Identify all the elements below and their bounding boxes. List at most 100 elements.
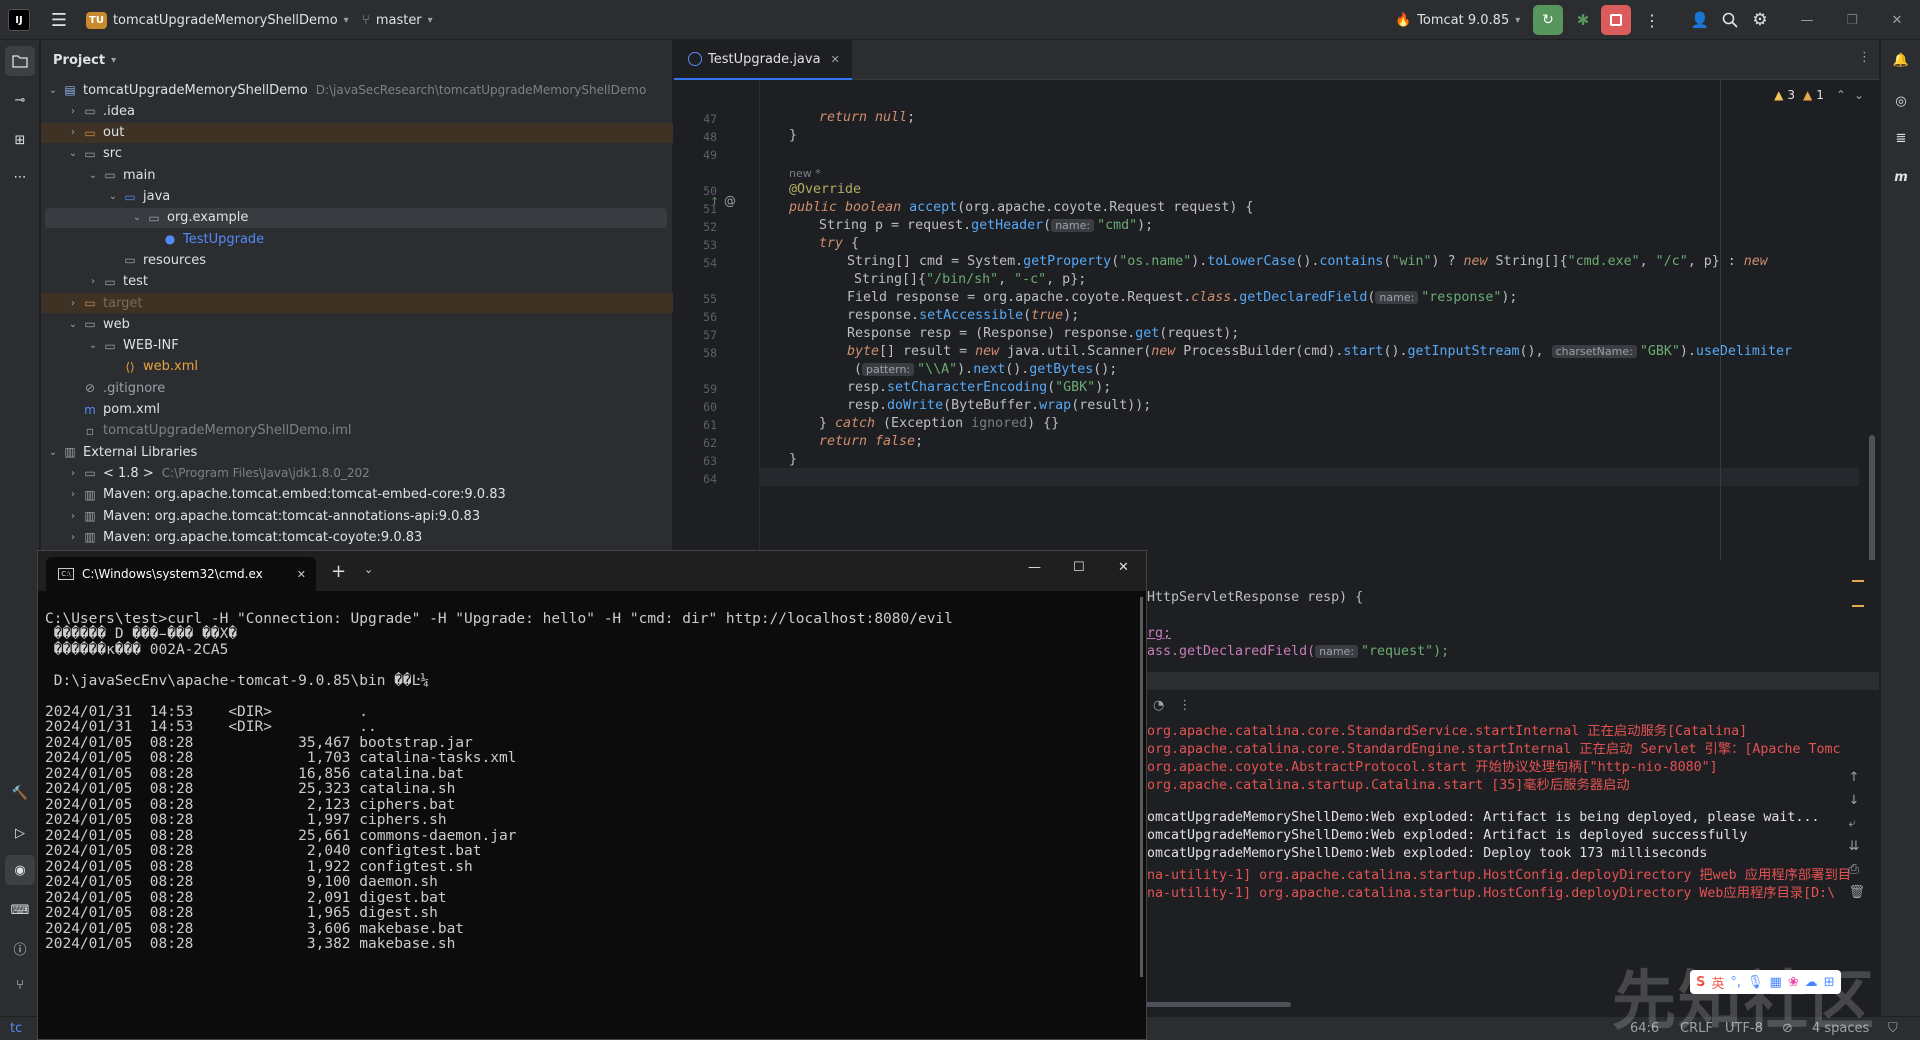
debug-button[interactable]: ✱ (1568, 5, 1598, 35)
tree-row[interactable]: › ▭ < 1.8 > C:\Program Files\Java\jdk1.8.0_… (41, 463, 673, 483)
chevron-right-icon[interactable]: › (65, 127, 81, 138)
main-menu-icon[interactable]: ☰ (44, 5, 74, 35)
chevron-right-icon[interactable]: › (65, 468, 81, 479)
tree-row[interactable]: › ▥ Maven: org.apache.tomcat:tomcat-coyote… (41, 527, 673, 547)
chevron-right-icon[interactable]: › (85, 276, 101, 287)
chevron-down-icon[interactable]: ⌄ (85, 170, 101, 181)
terminal-tool-icon[interactable]: ⌨ (5, 895, 35, 925)
git-tool-icon[interactable]: ⑂ (5, 970, 35, 1000)
chevron-right-icon[interactable]: › (65, 106, 81, 117)
clear-all-icon[interactable]: 🗑 (1848, 885, 1865, 900)
chevron-down-icon[interactable]: ⌄ (85, 340, 101, 351)
tree-row[interactable]: m pom.xml (41, 400, 673, 420)
cmd-line: 2024/01/31 14:53 <DIR> .. (45, 719, 377, 735)
chevron-down-icon[interactable]: ⌄ (364, 563, 373, 576)
maximize-button[interactable]: ☐ (1073, 560, 1085, 575)
tree-row[interactable]: › ▭ out (41, 122, 673, 143)
tree-row[interactable]: › ▭ .idea (41, 101, 673, 121)
close-icon[interactable]: ✕ (831, 53, 840, 66)
cmd-tab[interactable]: C:\ C:\Windows\system32\cmd.ex ✕ (46, 557, 316, 591)
tree-row[interactable]: ⌄ ▭ main (41, 165, 673, 185)
database-icon[interactable]: ≣ (1886, 123, 1916, 153)
horizontal-scrollbar[interactable] (1141, 1002, 1291, 1007)
search-icon[interactable] (1715, 5, 1745, 35)
tree-row[interactable]: ⟨⟩ web.xml (41, 357, 673, 377)
chevron-down-icon[interactable]: ⌄ (45, 447, 61, 458)
chevron-down-icon[interactable]: ⌄ (45, 85, 61, 96)
chevron-right-icon[interactable]: › (65, 511, 81, 522)
scroll-down-icon[interactable]: ↓ (1848, 793, 1865, 808)
more-actions-icon[interactable]: ⋮ (1637, 5, 1667, 35)
maven-icon[interactable]: m (1886, 162, 1916, 192)
close-icon[interactable]: ✕ (297, 568, 306, 581)
chevron-down-icon[interactable]: ⌄ (65, 319, 81, 330)
scroll-up-icon[interactable]: ↑ (1848, 770, 1865, 785)
print-icon[interactable]: ⎙ (1848, 862, 1865, 877)
chevron-down-icon[interactable]: ⌄ (129, 212, 145, 223)
chevron-right-icon[interactable]: › (65, 489, 81, 500)
close-window-button[interactable]: ✕ (1885, 5, 1909, 35)
new-tab-icon[interactable]: + (331, 561, 346, 582)
more-options-icon[interactable]: ⋮ (1178, 698, 1191, 713)
tree-row[interactable]: ⌄ ▤ tomcatUpgradeMemoryShellDemo D:\javaSec… (41, 80, 673, 100)
chevron-down-icon[interactable]: ⌄ (1854, 88, 1864, 102)
chevron-down-icon: ▾ (343, 14, 349, 26)
chevron-down-icon[interactable]: ⌄ (65, 148, 81, 159)
tab-testupgrade-java[interactable]: TestUpgrade.java ✕ (674, 40, 852, 80)
restore-button[interactable]: ❐ (1840, 5, 1864, 35)
code-with-me-icon[interactable]: 👤 (1685, 5, 1715, 35)
tree-row[interactable]: ● TestUpgrade (41, 229, 673, 249)
stop-button[interactable] (1601, 5, 1631, 35)
problems-tool-icon[interactable]: ⓘ (5, 933, 35, 963)
dashboard-icon[interactable]: ◔ (1153, 698, 1164, 713)
ai-assistant-icon[interactable]: ◎ (1886, 86, 1916, 116)
notifications-bell-icon[interactable]: 🔔 (1886, 45, 1916, 75)
project-tool-icon[interactable] (5, 46, 35, 76)
cmd-output[interactable]: C:\Users\test>curl -H "Connection: Upgra… (38, 591, 1148, 1040)
soft-wrap-icon[interactable]: ⤶ (1848, 816, 1865, 831)
tree-row[interactable]: ⌄ ▭ java (41, 187, 673, 207)
inspections-widget[interactable]: ▲ 3 ▲ 1 ⌃ ⌄ (1774, 88, 1864, 102)
chevron-right-icon[interactable]: › (65, 298, 81, 309)
run-tool-icon[interactable]: ▷ (5, 818, 35, 848)
tree-row[interactable]: ⊘ .gitignore (41, 378, 673, 398)
tree-row[interactable]: ⌄ ▭ org.example (45, 207, 667, 228)
tree-row[interactable]: ⌄ ▥ External Libraries (41, 442, 673, 462)
branch-selector[interactable]: ⑂ master ▾ (362, 0, 433, 40)
tree-row[interactable]: › ▥ Maven: org.apache.tomcat:tomcat-annota… (41, 506, 673, 526)
close-window-button[interactable]: ✕ (1118, 560, 1129, 575)
chevron-up-icon[interactable]: ⌃ (1836, 88, 1846, 102)
build-tool-icon[interactable]: 🔨 (5, 778, 35, 808)
cmd-scrollbar[interactable] (1140, 597, 1143, 977)
chevron-right-icon[interactable]: › (65, 532, 81, 543)
tree-row[interactable]: › ▥ Maven: org.apache.tomcat.embed:tomcat-… (41, 485, 673, 505)
rerun-button[interactable]: ↻ (1533, 5, 1563, 35)
commit-tool-icon[interactable]: ⊸ (5, 85, 35, 115)
structure-tool-icon[interactable]: ⊞ (5, 125, 35, 155)
tabs-more-icon[interactable]: ⋮ (1858, 50, 1871, 65)
run-config-selector[interactable]: 🔥 Tomcat 9.0.85 ▾ (1395, 0, 1520, 40)
hidden-code-1: HttpServletResponse resp) { (1147, 590, 1364, 605)
tree-row[interactable]: ⌄ ▭ src (41, 144, 673, 164)
minimize-button[interactable]: — (1795, 5, 1819, 35)
override-gutter-icon[interactable]: ↑ (710, 195, 719, 208)
project-panel-header[interactable]: Project ▾ (41, 40, 672, 80)
intellij-logo-icon[interactable]: IJ (8, 9, 30, 31)
tree-row[interactable]: ▭ resources (41, 250, 673, 270)
tree-row[interactable]: ▫ tomcatUpgradeMemoryShellDemo.iml (41, 421, 673, 441)
tree-row[interactable]: › ▭ test (41, 272, 673, 292)
scroll-to-end-icon[interactable]: ⇊ (1848, 839, 1865, 854)
code-area[interactable]: return null; } new * @Override public bo… (759, 80, 1859, 560)
settings-gear-icon[interactable]: ⚙ (1745, 5, 1775, 35)
tree-row[interactable]: › ▭ target (41, 293, 673, 313)
annotation-gutter-icon[interactable]: @ (724, 194, 736, 208)
services-tool-icon[interactable]: ◉ (5, 855, 35, 885)
more-tools-icon[interactable]: ⋯ (5, 162, 35, 192)
project-selector[interactable]: TU tomcatUpgradeMemoryShellDemo ▾ (86, 0, 349, 40)
lock-icon[interactable]: ⛉ (1888, 1021, 1898, 1036)
tree-row[interactable]: ⌄ ▭ web (41, 314, 673, 334)
editor-scrollbar[interactable] (1869, 435, 1875, 565)
tree-row[interactable]: ⌄ ▭ WEB-INF (41, 336, 673, 356)
chevron-down-icon[interactable]: ⌄ (105, 191, 121, 202)
minimize-button[interactable]: — (1028, 560, 1041, 575)
